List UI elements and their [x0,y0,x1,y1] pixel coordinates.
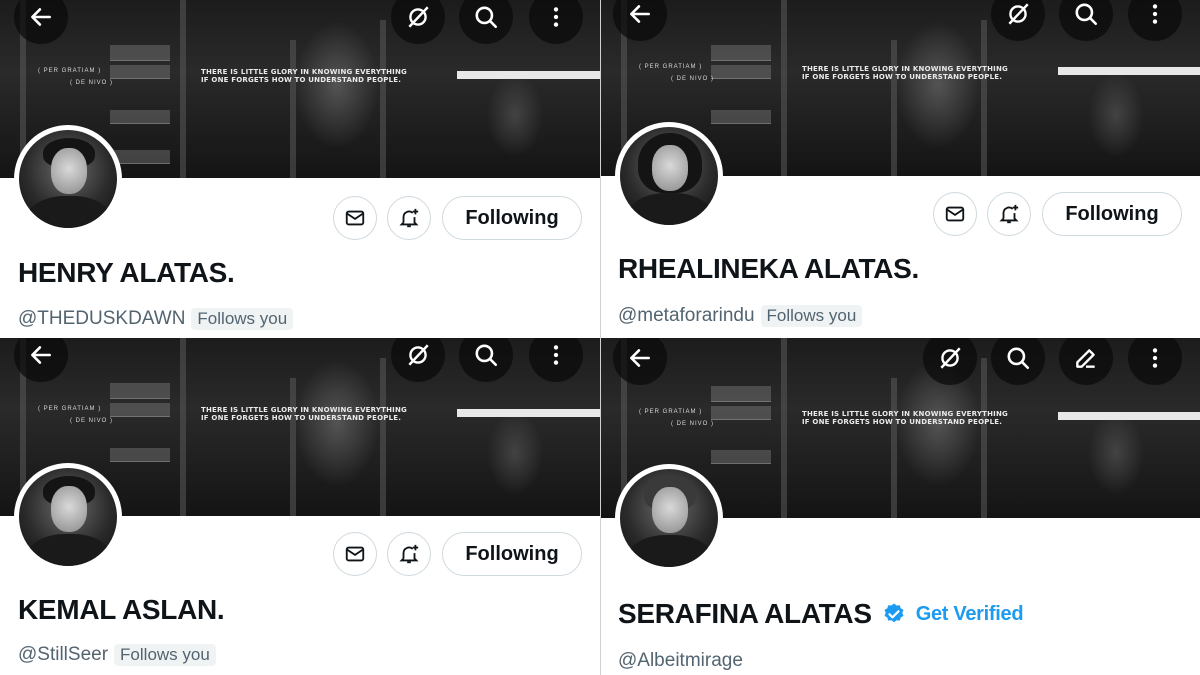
grok-icon [1008,3,1029,25]
banner-text-left-2: ( DE NIVO ) [70,80,114,86]
grok-icon [408,344,429,366]
profile-name: KEMAL ASLAN. [18,594,225,625]
profile-handle: @StillSeer [18,644,109,665]
banner-quote: THERE IS LITTLE GLORY IN KNOWING EVERYTH… [201,68,407,84]
notify-button[interactable] [387,196,431,240]
handle-row: @THEDUSKDAWN Follows you [18,308,294,330]
back-arrow-icon [630,349,650,367]
profile-name: SERAFINA ALATAS [618,598,872,629]
banner-quote: THERE IS LITTLE GLORY IN KNOWING EVERYTH… [201,406,407,422]
bell-plus-icon [399,208,419,228]
get-verified-link[interactable]: Get Verified [916,603,1024,626]
profile-panel-henry: ( PER GRATIAM ) ( DE NIVO ) THERE IS LIT… [0,0,600,338]
profile-panel-kemal: ( PER GRATIAM ) ( DE NIVO ) THERE IS LIT… [0,338,600,675]
profile-handle: @THEDUSKDAWN [18,308,186,329]
profile-name: HENRY ALATAS. [18,257,235,288]
profile-handle: @Albeitmirage [618,650,743,671]
follows-you-badge: Follows you [760,305,863,327]
search-icon [475,344,498,367]
profile-name-row: SERAFINA ALATAS Get Verified [618,598,1024,630]
profile-panel-rhealineka: ( PER GRATIAM ) ( DE NIVO ) THERE IS LIT… [600,0,1200,338]
verified-badge-icon [884,603,904,623]
follows-you-badge: Follows you [114,644,216,666]
grok-icon [940,347,961,369]
back-arrow-icon [630,5,650,23]
banner-bar [1058,412,1200,420]
follows-you-badge: Follows you [191,308,294,330]
following-button[interactable]: Following [1042,192,1182,236]
message-icon [345,546,365,562]
banner-quote: THERE IS LITTLE GLORY IN KNOWING EVERYTH… [802,410,1008,426]
avatar[interactable] [14,463,122,571]
handle-row: @metaforarindu Follows you [618,305,863,327]
banner-bar [457,409,600,417]
search-icon [1007,347,1030,370]
banner-text-left-2: ( DE NIVO ) [671,76,715,82]
bell-plus-icon [399,544,419,564]
following-button[interactable]: Following [442,532,582,576]
banner-quote: THERE IS LITTLE GLORY IN KNOWING EVERYTH… [802,65,1008,81]
grok-icon [408,6,429,28]
following-button[interactable]: Following [442,196,582,240]
message-button[interactable] [333,196,377,240]
banner-bar [1058,67,1200,75]
avatar[interactable] [615,464,723,572]
banner-text-left: ( PER GRATIAM ) [639,409,703,415]
profile-name: RHEALINEKA ALATAS. [618,253,920,284]
more-icon [1152,348,1158,368]
back-arrow-icon [31,8,51,26]
more-icon [553,7,559,27]
search-icon [475,6,498,29]
more-icon [553,345,559,365]
bell-plus-icon [999,204,1019,224]
search-icon [1075,3,1098,26]
profile-panel-serafina: ( PER GRATIAM ) ( DE NIVO ) THERE IS LIT… [600,338,1200,675]
banner-text-left-2: ( DE NIVO ) [671,421,715,427]
banner-text-left: ( PER GRATIAM ) [38,406,102,412]
more-icon [1152,4,1158,24]
banner-bar [457,71,600,79]
handle-row: @StillSeer Follows you [18,644,216,666]
banner-text-left: ( PER GRATIAM ) [639,64,703,70]
notify-button[interactable] [387,532,431,576]
avatar[interactable] [14,125,122,233]
message-button[interactable] [333,532,377,576]
edit-icon [1076,349,1095,368]
message-icon [945,206,965,222]
profile-handle: @metaforarindu [618,305,755,326]
notify-button[interactable] [987,192,1031,236]
banner-text-left: ( PER GRATIAM ) [38,68,102,74]
banner-text-left-2: ( DE NIVO ) [70,418,114,424]
handle-row: @Albeitmirage [618,650,743,672]
back-arrow-icon [31,346,51,364]
message-button[interactable] [933,192,977,236]
avatar[interactable] [615,122,723,230]
message-icon [345,210,365,226]
